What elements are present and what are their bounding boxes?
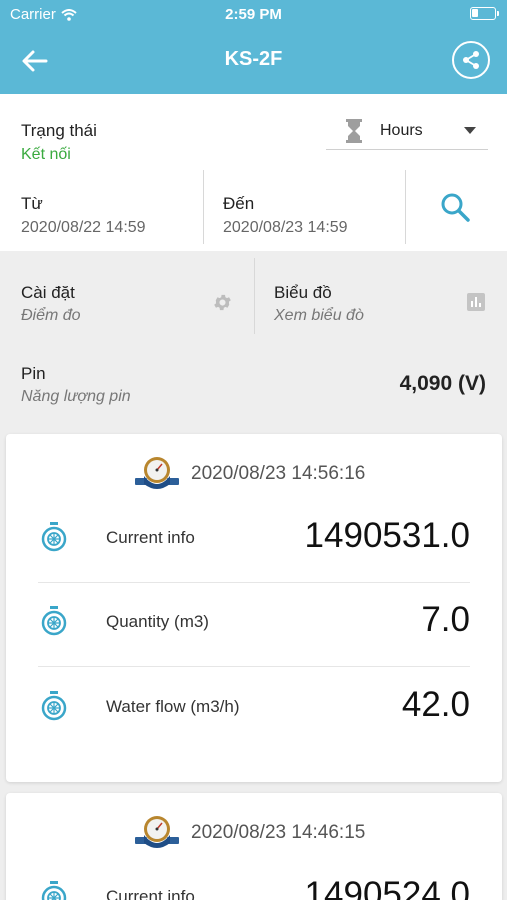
reading-timestamp: 2020/08/23 14:46:15 <box>191 822 366 843</box>
battery-label: Pin <box>21 364 46 383</box>
from-label: Từ <box>21 194 43 213</box>
settings-label[interactable]: Cài đặt <box>21 283 75 303</box>
battery-sub: Năng lượng pin <box>21 388 131 405</box>
water-meter-icon <box>135 457 179 489</box>
chevron-down-icon <box>464 127 476 134</box>
share-button[interactable] <box>452 41 490 79</box>
share-icon <box>463 51 479 69</box>
gear-icon[interactable] <box>212 292 233 313</box>
reading-card: 2020/08/23 14:46:15 Current info 1490524… <box>6 793 502 900</box>
reading-label: Current info <box>106 528 195 547</box>
reading-value: 7.0 <box>421 600 470 639</box>
chart-sub: Xem biểu đò <box>274 307 364 324</box>
stopwatch-icon <box>41 691 67 721</box>
water-meter-icon <box>135 816 179 848</box>
bar-chart-icon[interactable] <box>467 293 485 311</box>
stopwatch-icon <box>41 606 67 636</box>
chart-label[interactable]: Biểu đồ <box>274 283 332 303</box>
search-icon[interactable] <box>440 192 472 224</box>
interval-dropdown[interactable]: Hours <box>326 112 488 150</box>
stopwatch-icon <box>41 522 67 552</box>
divider <box>405 170 406 244</box>
reading-value: 1490524.0 <box>304 875 470 900</box>
reading-row: Current info 1490524.0 <box>6 857 502 900</box>
stopwatch-icon <box>41 881 67 900</box>
reading-row: Water flow (m3/h) 42.0 <box>6 667 502 751</box>
to-date[interactable]: 2020/08/23 14:59 <box>223 219 348 237</box>
divider <box>203 170 204 244</box>
battery-value: 4,090 (V) <box>399 372 486 395</box>
divider <box>254 258 255 334</box>
hourglass-icon <box>346 119 362 143</box>
nav-bar: KS-2F <box>0 28 507 94</box>
status-value: Kết nối <box>21 146 71 163</box>
from-date[interactable]: 2020/08/22 14:59 <box>21 219 146 237</box>
settings-sub: Điểm đo <box>21 307 81 324</box>
reading-value: 42.0 <box>401 685 470 724</box>
battery-icon <box>470 7 499 20</box>
reading-value: 1490531.0 <box>304 516 470 555</box>
reading-label: Current info <box>106 887 195 900</box>
to-label: Đến <box>223 194 255 213</box>
status-time: 2:59 PM <box>225 6 282 23</box>
interval-value: Hours <box>380 122 423 139</box>
reading-row: Quantity (m3) 7.0 <box>6 582 502 666</box>
page-title: KS-2F <box>224 48 283 70</box>
reading-card: 2020/08/23 14:56:16 Current info 1490531… <box>6 434 502 782</box>
reading-row: Current info 1490531.0 <box>6 498 502 582</box>
reading-label: Quantity (m3) <box>106 612 209 631</box>
status-label: Trạng thái <box>21 121 97 140</box>
reading-label: Water flow (m3/h) <box>106 697 240 716</box>
reading-timestamp: 2020/08/23 14:56:16 <box>191 463 366 484</box>
status-bar: Carrier 2:59 PM <box>0 0 507 28</box>
